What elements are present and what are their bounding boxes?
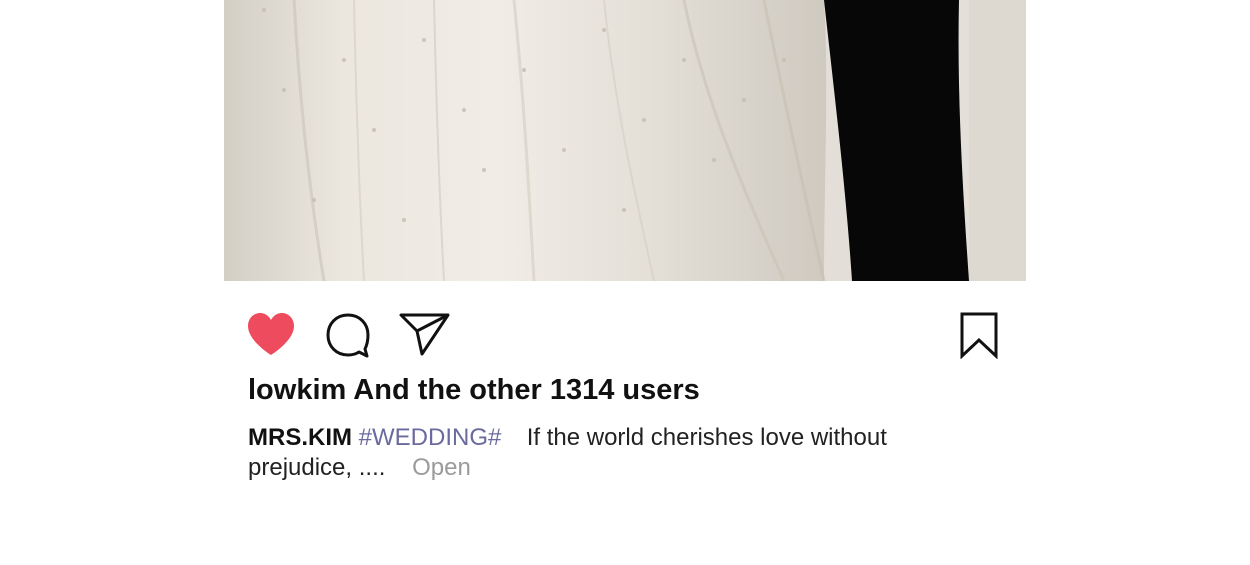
caption-open-link[interactable]: Open [412,454,471,481]
bookmark-icon[interactable] [959,311,999,360]
comment-icon[interactable] [324,311,372,359]
caption-text-line1: If the world cherishes love without [526,424,887,451]
post-caption: MRS.KIM #WEDDING# If the world cherishes… [248,423,948,483]
post-actions-bar [224,281,1026,371]
wedding-dress-image [224,0,1026,281]
post-photo[interactable] [224,0,1026,281]
post-card: lowkim And the other 1314 users MRS.KIM … [224,0,1026,565]
caption-hashtag[interactable]: #WEDDING# [359,424,502,451]
caption-author[interactable]: MRS.KIM [248,424,352,451]
send-icon[interactable] [399,311,451,357]
caption-text-line2: prejudice, .... [248,454,386,481]
heart-icon[interactable] [246,311,296,357]
likes-summary[interactable]: lowkim And the other 1314 users [248,374,700,407]
